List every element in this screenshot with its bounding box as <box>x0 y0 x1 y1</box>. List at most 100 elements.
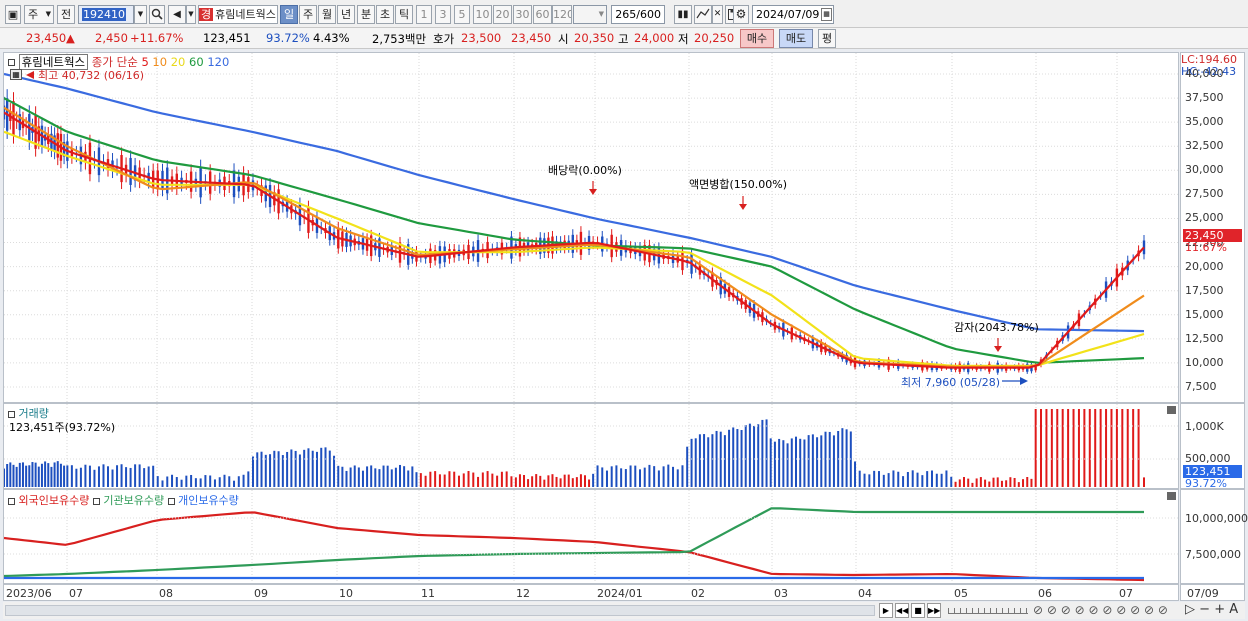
volume-bar <box>979 477 982 487</box>
minute-1-button[interactable]: 1 <box>416 5 432 24</box>
volume-bar <box>386 465 389 487</box>
search-icon[interactable] <box>149 5 165 24</box>
volume-bar <box>505 471 508 487</box>
close-panel-icon[interactable] <box>1167 406 1176 414</box>
eval-button[interactable]: 평 <box>818 29 836 48</box>
window-icon[interactable]: ▣ <box>5 5 21 24</box>
table-icon[interactable]: ▦ <box>10 69 22 80</box>
play-icon[interactable]: ▶ <box>879 603 893 618</box>
minute-5-button[interactable]: 5 <box>454 5 470 24</box>
period-year-button[interactable]: 년 <box>337 5 355 24</box>
collapse-icon[interactable] <box>8 59 15 66</box>
minute-60-button[interactable]: 60 <box>533 5 552 24</box>
zoom-out-icon[interactable]: − <box>1199 602 1210 617</box>
minute-20-button[interactable]: 20 <box>493 5 512 24</box>
grade-badge: 경 <box>199 8 214 21</box>
rewind-icon[interactable]: ◀◀ <box>895 603 909 618</box>
volume-bar <box>653 466 656 487</box>
date-input[interactable]: 2024/07/09 ▦ <box>752 5 834 24</box>
collapse-icon[interactable] <box>92 497 100 505</box>
code-input[interactable]: 192410 <box>78 5 134 24</box>
fit-icon[interactable]: ▷ <box>1185 602 1195 617</box>
volume-bar <box>341 466 344 487</box>
volume-panel[interactable]: 거래량 123,451주(93.72%) <box>3 403 1179 489</box>
volume-bar <box>698 434 701 487</box>
minute-10-button[interactable]: 10 <box>473 5 492 24</box>
event-marker-arrow <box>994 346 1002 352</box>
volume-bar <box>807 435 810 487</box>
stock-name-field[interactable]: 경 휴림네트웍스 <box>198 5 278 24</box>
code-dropdown-icon[interactable]: ▼ <box>134 5 147 24</box>
gear-icon[interactable]: ⚙ <box>733 5 749 24</box>
scroll-track[interactable] <box>5 605 875 616</box>
volume-bar <box>199 478 202 487</box>
zoom-tools-icon[interactable]: ⊘ ⊘ ⊘ ⊘ ⊘ ⊘ ⊘ ⊘ ⊘ ⊘ <box>1033 603 1168 617</box>
volume-bar <box>97 466 100 487</box>
volume-bar <box>477 476 480 487</box>
x-axis-label: 05 <box>954 587 968 600</box>
forward-icon[interactable]: ▶▶ <box>927 603 941 618</box>
volume-value: 123,451 <box>203 31 251 45</box>
volume-chart[interactable] <box>4 404 1178 488</box>
volume-bar <box>472 472 475 487</box>
volume-bar <box>120 464 123 487</box>
volume-bar <box>921 475 924 487</box>
volume-bar <box>769 438 772 487</box>
price-panel[interactable]: 휴림네트웍스 종가 단순 5 10 20 60 120 ▦ 최고 40,732 … <box>3 52 1179 403</box>
zoom-in-icon[interactable]: + <box>1214 602 1225 617</box>
high-price: 24,000 <box>634 31 675 45</box>
collapse-icon[interactable] <box>167 497 175 505</box>
volume-bar <box>467 470 470 487</box>
zoom-buttons[interactable]: ▷ − + A <box>1185 602 1238 617</box>
price-chart[interactable] <box>4 53 1178 402</box>
volume-bar <box>213 479 216 487</box>
volume-bar <box>443 474 446 487</box>
volume-bar <box>514 477 517 487</box>
volume-bar <box>1009 477 1012 487</box>
speaker-icon[interactable]: ◀ <box>168 5 186 24</box>
period-minute-button[interactable]: 분 <box>357 5 375 24</box>
custom-period-input[interactable]: ▼ <box>573 5 607 24</box>
minute-3-button[interactable]: 3 <box>435 5 451 24</box>
font-size-icon[interactable]: A <box>1229 602 1238 617</box>
close-tools-icon[interactable]: ✕ <box>712 5 723 24</box>
minute-30-button[interactable]: 30 <box>513 5 532 24</box>
volume-bar <box>161 480 164 487</box>
scroll-bar[interactable]: ▶ ◀◀ ■ ▶▶ ⊘ ⊘ ⊘ ⊘ ⊘ ⊘ ⊘ ⊘ ⊘ ⊘ ▷ − + A <box>3 602 1245 619</box>
price-pct-tag: 11.67% <box>1185 241 1227 254</box>
x-axis-right: 07/09 <box>1180 584 1245 601</box>
vol-ytick: 1,000K <box>1185 420 1224 433</box>
period-tick-button[interactable]: 틱 <box>395 5 413 24</box>
volume-bar <box>1034 409 1037 487</box>
volume-bar <box>345 470 348 487</box>
volume-bar <box>1072 409 1075 487</box>
collapse-icon[interactable] <box>8 410 15 418</box>
market-select[interactable]: 주 ▼ <box>24 5 54 24</box>
toolbar: ▣ 주 ▼ 전 192410 ▼ ◀ ▼ 경 휴림네트웍스 일 주 월 년 분 초 … <box>0 0 1248 28</box>
speaker-dropdown-icon[interactable]: ▼ <box>186 5 196 24</box>
volume-bar <box>116 465 119 487</box>
zoom-ruler[interactable] <box>948 608 1028 614</box>
count-input[interactable]: 265/600 <box>611 5 665 24</box>
period-day-button[interactable]: 일 <box>280 5 298 24</box>
sell-button[interactable]: 매도 <box>779 29 813 48</box>
period-week-button[interactable]: 주 <box>299 5 317 24</box>
volume-bar <box>152 465 155 487</box>
holding-panel[interactable]: 외국인보유수량 기관보유수량 개인보유수량 <box>3 489 1179 584</box>
max-arrow-icon <box>26 71 34 79</box>
minute-120-button[interactable]: 120 <box>552 5 572 24</box>
period-month-button[interactable]: 월 <box>318 5 336 24</box>
prev-button[interactable]: 전 <box>57 5 75 24</box>
drawing-tools-icon[interactable] <box>694 5 712 24</box>
event-label-dividend: 배당락(0.00%) <box>548 164 622 177</box>
volume-bar <box>1143 477 1145 487</box>
period-second-button[interactable]: 초 <box>376 5 394 24</box>
volume-axis: 1,000K 500,000 123,451 93.72% <box>1180 403 1245 490</box>
candle-type-icon[interactable]: ▮▮ <box>674 5 692 24</box>
buy-button[interactable]: 매수 <box>740 29 774 48</box>
collapse-icon[interactable] <box>8 497 15 505</box>
volume-bar <box>79 467 82 487</box>
stop-icon[interactable]: ■ <box>911 603 925 618</box>
volume-bar <box>1026 477 1029 487</box>
close-panel-icon[interactable] <box>1167 492 1176 500</box>
